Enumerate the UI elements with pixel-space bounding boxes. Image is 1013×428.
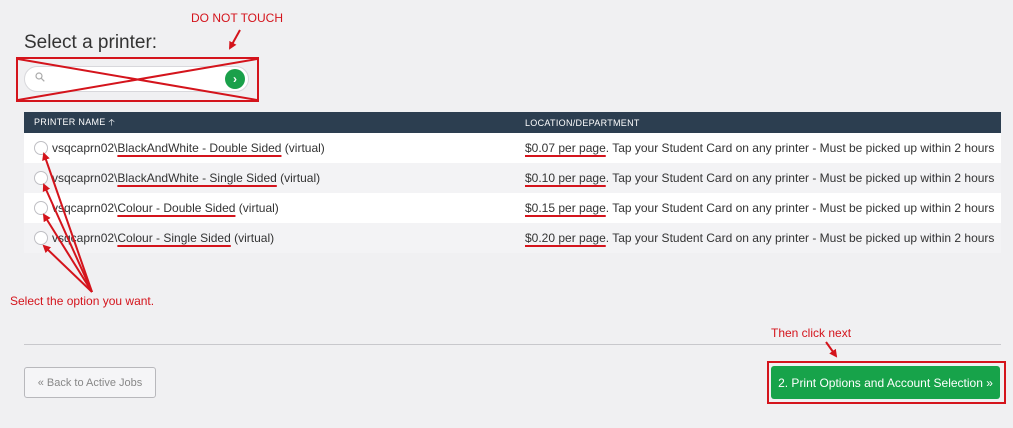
table-row[interactable]: vsqcaprn02\Colour - Single Sided (virtua… [24,223,1001,253]
print-options-next-button[interactable]: 2. Print Options and Account Selection » [771,366,1000,399]
search-input[interactable] [53,70,217,90]
location-cell: $0.20 per page. Tap your Student Card on… [525,231,995,245]
printer-search: › [24,66,249,92]
table-header: PRINTER NAME 🡡 LOCATION/DEPARTMENT [24,112,1001,133]
chevron-right-icon: › [233,72,237,86]
sort-arrow-up-icon: 🡡 [108,116,116,127]
table-row[interactable]: vsqcaprn02\BlackAndWhite - Single Sided … [24,163,1001,193]
annotation-do-not-touch: DO NOT TOUCH [191,11,284,25]
annotation-select-option: Select the option you want. [10,294,155,308]
location-cell: $0.15 per page. Tap your Student Card on… [525,201,995,215]
table-row[interactable]: vsqcaprn02\BlackAndWhite - Double Sided … [24,133,1001,163]
location-cell: $0.10 per page. Tap your Student Card on… [525,171,995,185]
divider [24,344,1001,345]
annotation-then-click-next: Then click next [771,326,852,340]
table-row[interactable]: vsqcaprn02\Colour - Double Sided (virtua… [24,193,1001,223]
back-to-active-jobs-button[interactable]: « Back to Active Jobs [24,367,156,398]
annotation-arrow [229,29,241,50]
printer-name-cell: vsqcaprn02\Colour - Double Sided (virtua… [24,193,523,223]
printer-radio[interactable] [34,171,48,186]
printer-radio[interactable] [34,141,48,156]
printer-name-cell: vsqcaprn02\Colour - Single Sided (virtua… [24,223,523,253]
printer-name-cell: vsqcaprn02\BlackAndWhite - Single Sided … [24,163,523,193]
page-title: Select a printer: [24,32,158,53]
column-location[interactable]: LOCATION/DEPARTMENT [523,112,1001,133]
search-submit-button[interactable]: › [225,69,245,89]
printer-radio[interactable] [34,201,48,216]
location-cell: $0.07 per page. Tap your Student Card on… [525,141,995,155]
column-printer-name[interactable]: PRINTER NAME 🡡 [24,112,523,133]
printer-name-cell: vsqcaprn02\BlackAndWhite - Double Sided … [24,133,523,163]
search-icon [35,72,45,82]
printer-table: PRINTER NAME 🡡 LOCATION/DEPARTMENT vsqca… [24,112,1001,253]
printer-radio[interactable] [34,231,48,246]
